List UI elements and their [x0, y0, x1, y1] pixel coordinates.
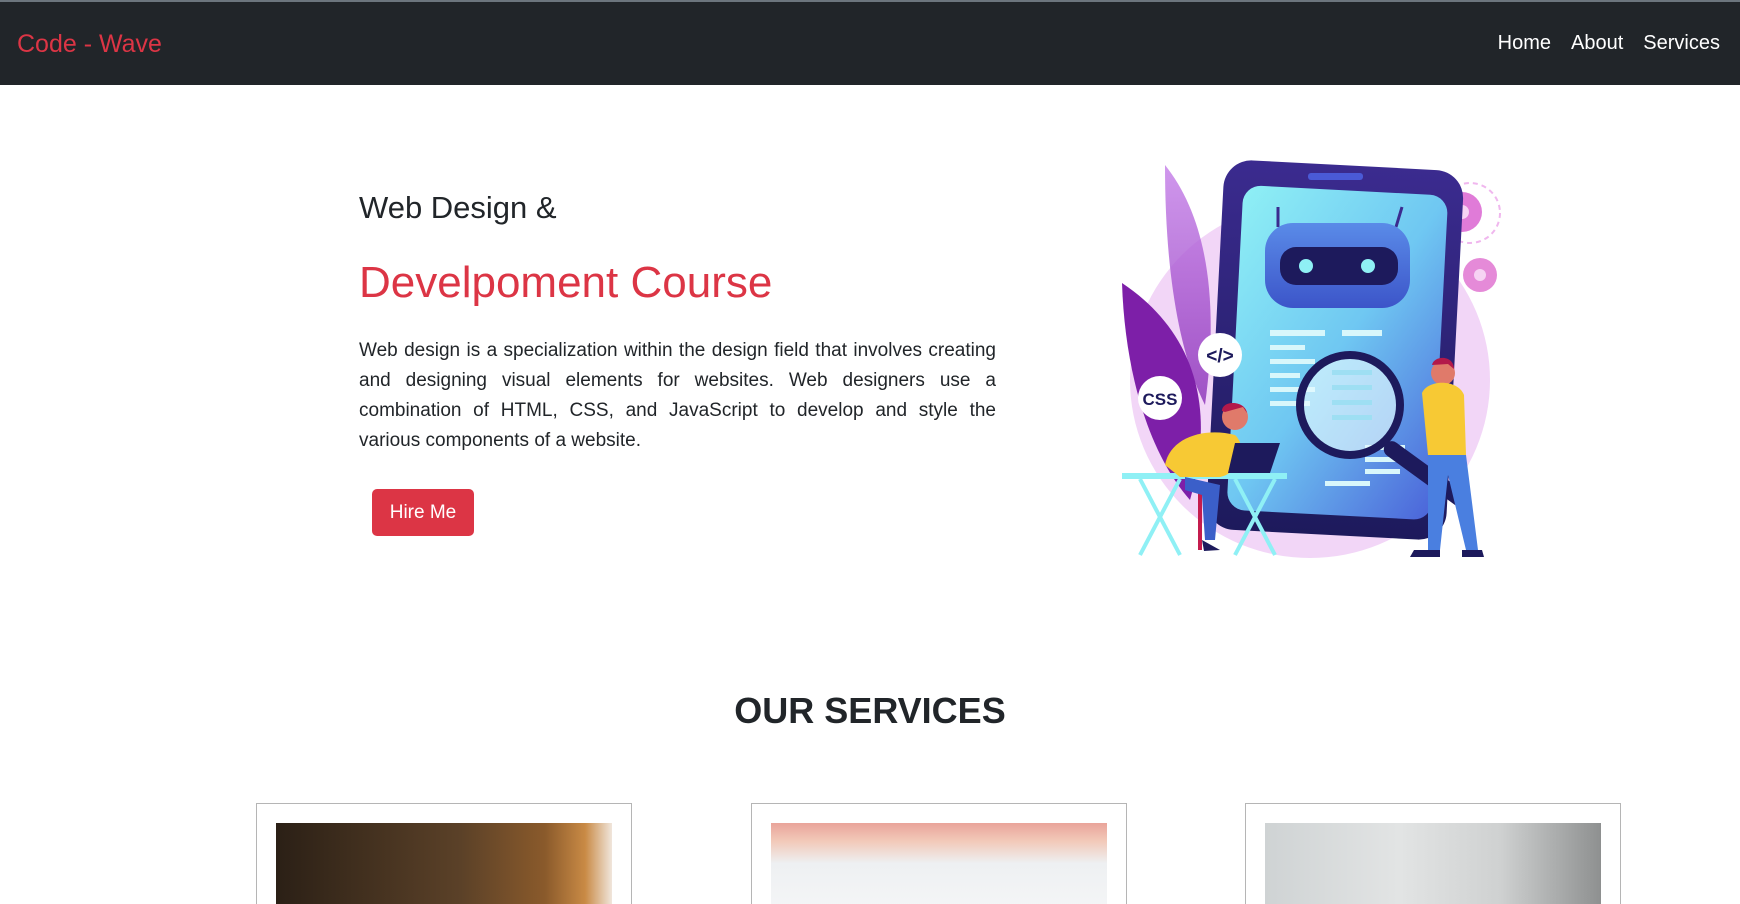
nav-home-link[interactable]: Home [1498, 32, 1551, 55]
css-badge-label: CSS [1143, 390, 1178, 409]
hero-kicker: Web Design & [359, 190, 557, 225]
service-card[interactable] [751, 803, 1127, 904]
code-badge-label: </> [1206, 346, 1233, 367]
brand-logo[interactable]: Code - Wave [17, 30, 162, 59]
hire-me-button[interactable]: Hire Me [372, 489, 474, 536]
service-card[interactable] [1245, 803, 1621, 904]
service-card-image [771, 823, 1107, 904]
service-card[interactable] [256, 803, 632, 904]
navbar: Code - Wave Home About Services [0, 0, 1740, 85]
nav-services-link[interactable]: Services [1643, 32, 1720, 55]
hero-description: Web design is a specialization within th… [359, 340, 996, 451]
service-card-image [1265, 823, 1601, 904]
nav-links: Home About Services [1498, 32, 1720, 55]
phone-speaker [1308, 173, 1363, 180]
nav-about-link[interactable]: About [1571, 32, 1623, 55]
hero-title: Develpoment Course [359, 258, 773, 307]
service-card-image [276, 823, 612, 904]
services-title: OUR SERVICES [734, 690, 1006, 731]
hero-illustration: </> CSS [1122, 160, 1501, 558]
